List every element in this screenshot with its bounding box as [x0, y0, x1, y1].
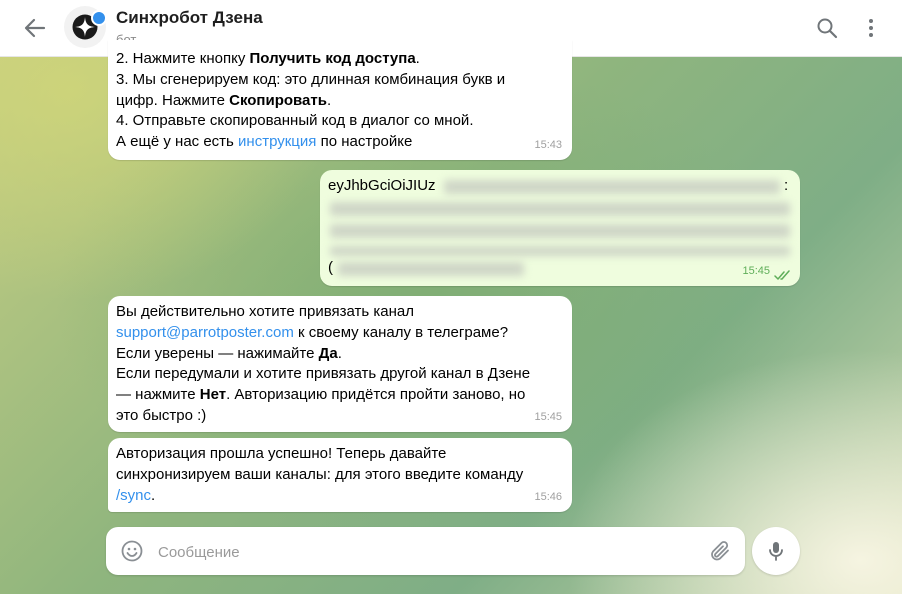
blurred-token-text — [330, 246, 790, 256]
message-text: . — [151, 486, 156, 504]
message-bold-text: Да — [318, 344, 338, 362]
message-text: . Авторизацию придётся пройти заново, но — [226, 386, 526, 404]
message-text-line: это быстро :) — [116, 406, 564, 427]
message-text: цифр. Нажмите — [116, 91, 230, 109]
message-text-line: Вы действительно хотите привязать канал — [116, 302, 564, 323]
blurred-token-text — [330, 202, 790, 216]
message-text: . — [415, 50, 420, 67]
message-text: 4. Отправьте скопированный код в диалог … — [116, 112, 474, 130]
blurred-token-text — [444, 180, 780, 194]
message-text: Авторизация прошла успешно! Теперь давай… — [116, 445, 447, 462]
message-text: Если уверены — нажимайте — [116, 344, 319, 362]
message-text: А ещё у нас есть — [116, 133, 239, 151]
token-second-line-start: ( — [328, 259, 333, 276]
message-text: это быстро :) — [116, 406, 207, 424]
message-text-line: support@parrotposter.com к своему каналу… — [116, 323, 564, 344]
message-text: 2. Нажмите кнопку — [116, 50, 250, 67]
message-bubble-outgoing[interactable]: eyJhbGciOiJIUz : ( 15:45 — [320, 170, 800, 286]
message-input[interactable] — [156, 539, 680, 565]
message-text: синхронизируем ваши каналы: для этого вв… — [116, 465, 524, 483]
message-bold-text: Нет — [199, 386, 227, 404]
message-text-line: — нажмите Нет. Авторизацию придётся прой… — [116, 385, 564, 406]
message-text-line: 4. Отправьте скопированный код в диалог … — [116, 111, 564, 132]
message-text: Если передумали и хотите привязать друго… — [116, 365, 531, 383]
message-bold-text: Получить код доступа — [249, 50, 416, 67]
message-time: 15:46 — [534, 491, 562, 504]
message-bubble-incoming[interactable]: Авторизация прошла успешно! Теперь давай… — [108, 438, 572, 512]
message-text: по настройке — [316, 133, 413, 151]
microphone-button[interactable] — [752, 527, 800, 575]
message-text-line: Авторизация прошла успешно! Теперь давай… — [116, 444, 564, 465]
message-text: к своему каналу в телеграме? — [293, 323, 509, 341]
token-trailing-char: : — [784, 177, 789, 194]
message-time: 15:43 — [534, 139, 562, 152]
message-time: 15:45 — [534, 411, 562, 424]
microphone-icon — [764, 539, 788, 563]
bot-badge-icon — [91, 10, 107, 26]
avatar[interactable] — [64, 6, 107, 48]
blurred-token-text — [330, 224, 790, 238]
message-text: . — [337, 344, 342, 362]
message-text-line: Если передумали и хотите привязать друго… — [116, 364, 564, 385]
message-text: 3. Мы сгенерируем код: это длинная комби… — [116, 70, 506, 88]
message-link[interactable]: /sync — [116, 487, 151, 504]
message-text: — нажмите — [116, 386, 200, 404]
message-text-line: 2. Нажмите кнопку Получить код доступа. — [116, 49, 564, 70]
double-check-icon — [774, 270, 791, 281]
message-text-line: цифр. Нажмите Скопировать. — [116, 91, 564, 112]
message-composer — [106, 527, 745, 575]
search-icon[interactable] — [815, 16, 839, 40]
back-arrow-icon[interactable] — [22, 15, 48, 41]
blurred-token-text — [338, 262, 524, 276]
chat-title[interactable]: Синхробот Дзена — [116, 8, 263, 28]
message-time: 15:45 — [742, 265, 770, 278]
message-text: . — [326, 91, 332, 109]
message-text-line: синхронизируем ваши каналы: для этого вв… — [116, 465, 564, 486]
token-visible-prefix: eyJhbGciOiJIUz — [328, 177, 436, 194]
message-link[interactable]: инструкция — [238, 133, 316, 150]
paperclip-icon[interactable] — [708, 539, 732, 563]
more-vertical-icon[interactable] — [859, 16, 883, 40]
message-text-line: А ещё у нас есть инструкция по настройке — [116, 132, 564, 153]
message-text: Вы действительно хотите привязать канал — [116, 303, 414, 320]
message-text-line: 3. Мы сгенерируем код: это длинная комби… — [116, 70, 564, 91]
message-text-line: /sync. — [116, 486, 564, 507]
message-bubble-incoming[interactable]: Вы действительно хотите привязать канал s… — [108, 296, 572, 432]
message-bubble-incoming[interactable]: 2. Нажмите кнопку Получить код доступа. 3… — [108, 40, 572, 160]
smile-icon[interactable] — [120, 539, 144, 563]
message-bold-text: Скопировать — [229, 91, 327, 109]
message-link[interactable]: support@parrotposter.com — [116, 324, 294, 341]
message-text-line: Если уверены — нажимайте Да. — [116, 344, 564, 365]
